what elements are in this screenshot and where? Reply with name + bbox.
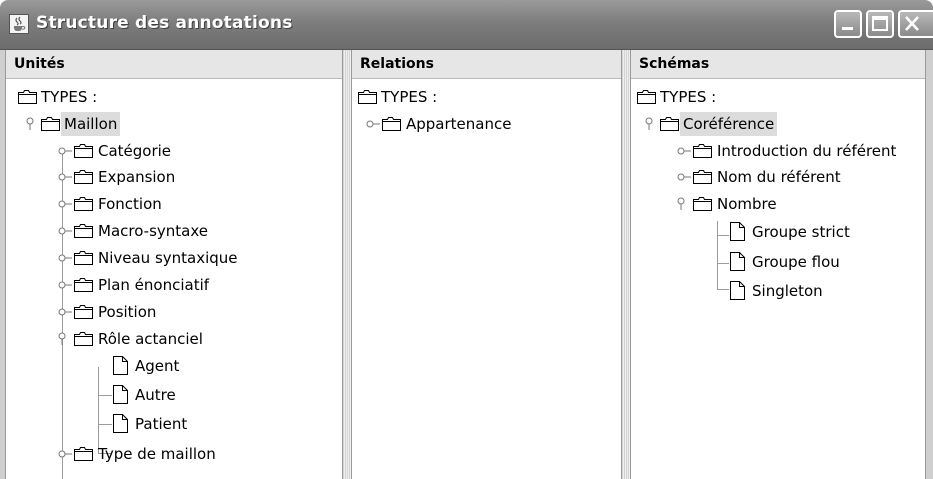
tree-node-label: Type de maillon (98, 445, 216, 463)
tree-node-label: Appartenance (406, 115, 512, 133)
minimize-icon (842, 27, 853, 30)
tree-node-label: Maillon (61, 112, 121, 136)
folder-icon (74, 144, 93, 158)
tree-connector-line (717, 263, 729, 264)
units-tree[interactable]: TYPES : Maillon Catégorie Expansion Fonc… (6, 79, 342, 479)
title-bar[interactable]: Structure des annotations (0, 0, 933, 50)
java-cup-icon (9, 14, 29, 34)
folder-icon (693, 197, 712, 211)
folder-icon (693, 170, 712, 184)
file-icon (113, 385, 128, 404)
folder-icon (693, 144, 712, 158)
tree-node-label: Fonction (98, 195, 162, 213)
maximize-icon (872, 16, 888, 31)
tree-leaf-label: Patient (135, 415, 188, 433)
expanded-handle-icon (677, 197, 685, 210)
relations-tree[interactable]: TYPES : Appartenance (352, 79, 621, 479)
tree-root-label: TYPES : (41, 88, 98, 106)
tree-node-label: Nom du référent (717, 168, 841, 186)
collapsed-handle-icon (58, 254, 72, 262)
file-icon (113, 414, 128, 433)
units-panel-header: Unités (6, 50, 342, 79)
tree-connector-line (98, 395, 112, 396)
file-icon (730, 252, 745, 271)
window-title: Structure des annotations (36, 13, 293, 33)
tree-node-label: Rôle actanciel (98, 330, 203, 348)
tree-connector-line (717, 221, 718, 289)
window-right-border (925, 50, 933, 479)
expanded-handle-icon (58, 332, 66, 345)
schemas-panel: Schémas TYPES : Coréférence Introduction… (631, 50, 925, 479)
collapsed-handle-icon (58, 173, 72, 181)
units-panel: Unités TYPES : Maillon Catégorie Expansi… (6, 50, 342, 479)
relations-panel: Relations TYPES : Appartenance (352, 50, 621, 479)
folder-icon (41, 117, 60, 131)
folder-icon (74, 251, 93, 265)
split-pane-divider-2[interactable] (621, 50, 631, 479)
folder-icon (74, 332, 93, 346)
close-icon (905, 16, 919, 31)
folder-icon (18, 90, 37, 104)
folder-icon (74, 447, 93, 461)
tree-node-label: Position (98, 303, 157, 321)
folder-icon (74, 278, 93, 292)
tree-node-label: Macro-syntaxe (98, 222, 209, 240)
folder-icon (382, 117, 401, 131)
collapsed-handle-icon (58, 147, 72, 155)
expanded-handle-icon (26, 117, 34, 130)
tree-node-label: Niveau syntaxique (98, 249, 238, 267)
collapsed-handle-icon (366, 120, 380, 128)
tree-node-label: Coréférence (680, 112, 778, 136)
folder-icon (74, 170, 93, 184)
file-icon (730, 222, 745, 241)
tree-connector-line (98, 424, 112, 425)
tree-node-label: Nombre (717, 195, 777, 213)
tree-connector-line (717, 235, 729, 236)
minimize-button[interactable] (834, 10, 862, 38)
collapsed-handle-icon (58, 281, 72, 289)
relations-panel-header: Relations (352, 50, 621, 79)
collapsed-handle-icon (58, 308, 72, 316)
split-pane-divider-1[interactable] (342, 50, 352, 479)
tree-leaf-label: Groupe flou (752, 253, 840, 271)
tree-connector-line (717, 289, 729, 290)
tree-root-label: TYPES : (381, 88, 438, 106)
tree-node-label: Plan énonciatif (98, 276, 210, 294)
schemas-tree[interactable]: TYPES : Coréférence Introduction du réfé… (631, 79, 925, 479)
folder-icon (74, 197, 93, 211)
tree-leaf-label: Singleton (752, 282, 823, 300)
collapsed-handle-icon (677, 173, 691, 181)
folder-icon (637, 90, 656, 104)
tree-leaf-label: Agent (135, 357, 180, 375)
collapsed-handle-icon (58, 450, 72, 458)
tree-leaf-label: Autre (135, 386, 176, 404)
tree-leaf-label: Groupe strict (752, 223, 850, 241)
tree-node-label: Introduction du référent (717, 142, 897, 160)
folder-icon (358, 90, 377, 104)
collapsed-handle-icon (677, 147, 691, 155)
schemas-panel-header: Schémas (631, 50, 925, 79)
maximize-button[interactable] (866, 10, 894, 38)
tree-connector-line (98, 367, 99, 453)
close-button[interactable] (898, 10, 933, 38)
folder-icon (660, 117, 679, 131)
expanded-handle-icon (645, 117, 653, 130)
tree-node-label: Expansion (98, 168, 176, 186)
tree-node-label: Catégorie (98, 142, 172, 160)
file-icon (113, 356, 128, 375)
tree-root-label: TYPES : (660, 88, 717, 106)
folder-icon (74, 305, 93, 319)
collapsed-handle-icon (58, 200, 72, 208)
folder-icon (74, 224, 93, 238)
collapsed-handle-icon (58, 227, 72, 235)
file-icon (730, 281, 745, 300)
